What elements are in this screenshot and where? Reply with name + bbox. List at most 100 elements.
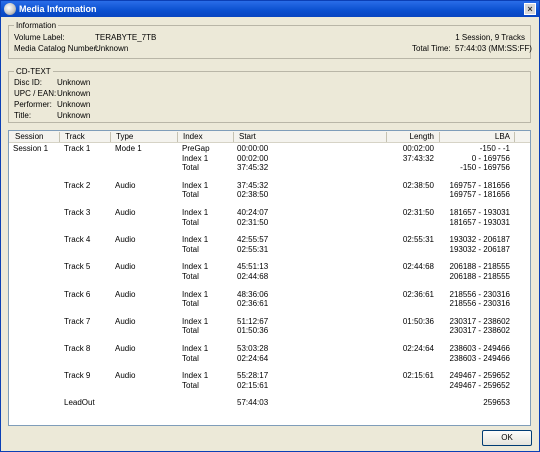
cell-lba: 230317 - 238602	[449, 326, 511, 336]
column-header-index[interactable]: Index	[183, 132, 203, 142]
upc-ean-caption: UPC / EAN:	[14, 89, 57, 98]
table-row[interactable]: Track 6 Audio Index 1 48:36:06 02:36:61 21855…	[9, 290, 530, 300]
cell-start: 55:28:17	[237, 371, 269, 381]
cell-index: Index 1	[182, 208, 209, 217]
cell-start: 02:15:61	[237, 380, 269, 390]
cell-type: Audio	[115, 262, 136, 272]
cell-type: Audio	[115, 289, 136, 299]
cell-lba: 218556 - 230316	[449, 299, 511, 309]
cell-track: LeadOut	[64, 398, 95, 408]
cell-index: Index 1	[182, 262, 209, 272]
cell-start: 57:44:03	[237, 398, 269, 408]
cell-track: Track 2	[64, 180, 91, 190]
cell-type: Audio	[115, 208, 136, 217]
ok-button[interactable]: OK	[482, 430, 532, 446]
table-row[interactable]: Track 4 Audio Index 1 42:55:57 02:55:31 19303…	[9, 235, 530, 245]
table-row[interactable]: Track 8 Audio Index 1 53:03:28 02:24:64 23860…	[9, 344, 530, 354]
cell-index: Index 1	[182, 344, 209, 353]
cell-length: 37:43:32	[402, 153, 434, 163]
table-row[interactable]: Total 02:31:50 181657 - 193031	[9, 218, 530, 228]
media-information-window: Media Information × Information Volume L…	[0, 0, 540, 452]
cell-length: 01:50:36	[402, 316, 434, 326]
cell-start: 40:24:07	[237, 208, 269, 217]
table-row[interactable]: Total 02:38:50 169757 - 181656	[9, 190, 530, 200]
table-row[interactable]: Total 02:44:68 206188 - 218555	[9, 272, 530, 282]
column-header-track[interactable]: Track	[65, 132, 85, 142]
cell-lba: 169757 - 181656	[449, 190, 511, 200]
cell-start: 53:03:28	[237, 344, 269, 353]
performer-value: Unknown	[57, 100, 91, 109]
performer-caption: Performer:	[14, 100, 52, 109]
cell-track: Track 3	[64, 208, 91, 217]
table-row[interactable]: Total 02:55:31 193032 - 206187	[9, 245, 530, 255]
title-caption: Title:	[14, 111, 32, 120]
cell-index: Index 1	[182, 180, 209, 190]
cell-start: 02:36:61	[237, 299, 269, 309]
cell-type: Audio	[115, 344, 136, 353]
table-row[interactable]: Session 1 Track 1 Mode 1 PreGap 00:00:00 00:0…	[9, 144, 530, 154]
cell-length: 02:36:61	[402, 289, 434, 299]
cell-start: 51:12:67	[237, 316, 269, 326]
cell-start: 02:38:50	[237, 190, 269, 200]
cell-index: Total	[182, 380, 199, 390]
cell-lba: 230317 - 238602	[449, 316, 511, 326]
table-row[interactable]: Total 37:45:32 -150 - 169756	[9, 163, 530, 173]
cell-index: Index 1	[182, 235, 209, 245]
information-group-title: Information	[14, 20, 59, 31]
table-row[interactable]: Track 2 Audio Index 1 37:45:32 02:38:50 16975…	[9, 181, 530, 191]
cell-type: Mode 1	[115, 144, 142, 153]
cell-index: Index 1	[182, 153, 209, 163]
table-row[interactable]: Track 9 Audio Index 1 55:28:17 02:15:61 24946…	[9, 371, 530, 381]
table-row[interactable]: Total 01:50:36 230317 - 238602	[9, 326, 530, 336]
cell-start: 48:36:06	[237, 289, 269, 299]
cell-session: Session 1	[13, 144, 49, 153]
cell-track: Track 8	[64, 344, 91, 353]
cell-track: Track 9	[64, 371, 91, 381]
table-row[interactable]: Track 7 Audio Index 1 51:12:67 01:50:36 23031…	[9, 317, 530, 327]
cell-lba: 249467 - 259652	[449, 371, 511, 381]
table-row[interactable]: Total 02:15:61 249467 - 259652	[9, 381, 530, 391]
cell-lba: -150 - -1	[479, 144, 510, 153]
cell-start: 00:00:00	[237, 144, 269, 153]
column-header-length[interactable]: Length	[410, 132, 434, 142]
cell-lba: 238603 - 249466	[449, 344, 511, 353]
cell-length: 02:55:31	[402, 235, 434, 245]
cell-index: Total	[182, 217, 199, 227]
total-time-caption: Total Time:	[412, 44, 451, 53]
column-header-type[interactable]: Type	[116, 132, 133, 142]
column-header-start[interactable]: Start	[239, 132, 256, 142]
cell-lba: 0 - 169756	[471, 153, 510, 163]
close-button[interactable]: ×	[524, 3, 536, 15]
cell-lba: 206188 - 218555	[449, 272, 511, 281]
track-list-view[interactable]: Session Track Type Index Start Length LB…	[8, 130, 531, 426]
cell-lba: 238603 - 249466	[449, 353, 511, 363]
cell-lba: 181657 - 193031	[449, 217, 511, 227]
cell-lba: 259653	[483, 398, 510, 408]
cell-start: 00:02:00	[237, 153, 269, 163]
cell-type: Audio	[115, 235, 136, 245]
table-row[interactable]: LeadOut 57:44:03 259653	[9, 398, 530, 408]
cell-index: Total	[182, 326, 199, 336]
table-row[interactable]: Total 02:36:61 218556 - 230316	[9, 299, 530, 309]
cell-index: Index 1	[182, 371, 209, 381]
cell-index: Total	[182, 299, 199, 309]
cell-index: Total	[182, 272, 199, 281]
cell-length: 02:31:50	[402, 208, 434, 217]
cell-index: PreGap	[182, 144, 210, 153]
cell-start: 45:51:13	[237, 262, 269, 272]
column-header-session[interactable]: Session	[15, 132, 43, 142]
cell-index: Index 1	[182, 316, 209, 326]
disc-id-caption: Disc ID:	[14, 78, 42, 87]
title-value: Unknown	[57, 111, 91, 120]
column-header-lba[interactable]: LBA	[495, 132, 510, 142]
cell-type: Audio	[115, 316, 136, 326]
table-row[interactable]: Total 02:24:64 238603 - 249466	[9, 354, 530, 364]
cell-lba: 169757 - 181656	[449, 180, 511, 190]
cell-start: 02:44:68	[237, 272, 269, 281]
table-row[interactable]: Track 5 Audio Index 1 45:51:13 02:44:68 20618…	[9, 262, 530, 272]
cell-index: Total	[182, 244, 199, 254]
cell-length: 02:38:50	[402, 180, 434, 190]
cell-start: 42:55:57	[237, 235, 269, 245]
table-row[interactable]: Index 1 00:02:00 37:43:32 0 - 169756	[9, 154, 530, 164]
table-row[interactable]: Track 3 Audio Index 1 40:24:07 02:31:50 18165…	[9, 208, 530, 218]
